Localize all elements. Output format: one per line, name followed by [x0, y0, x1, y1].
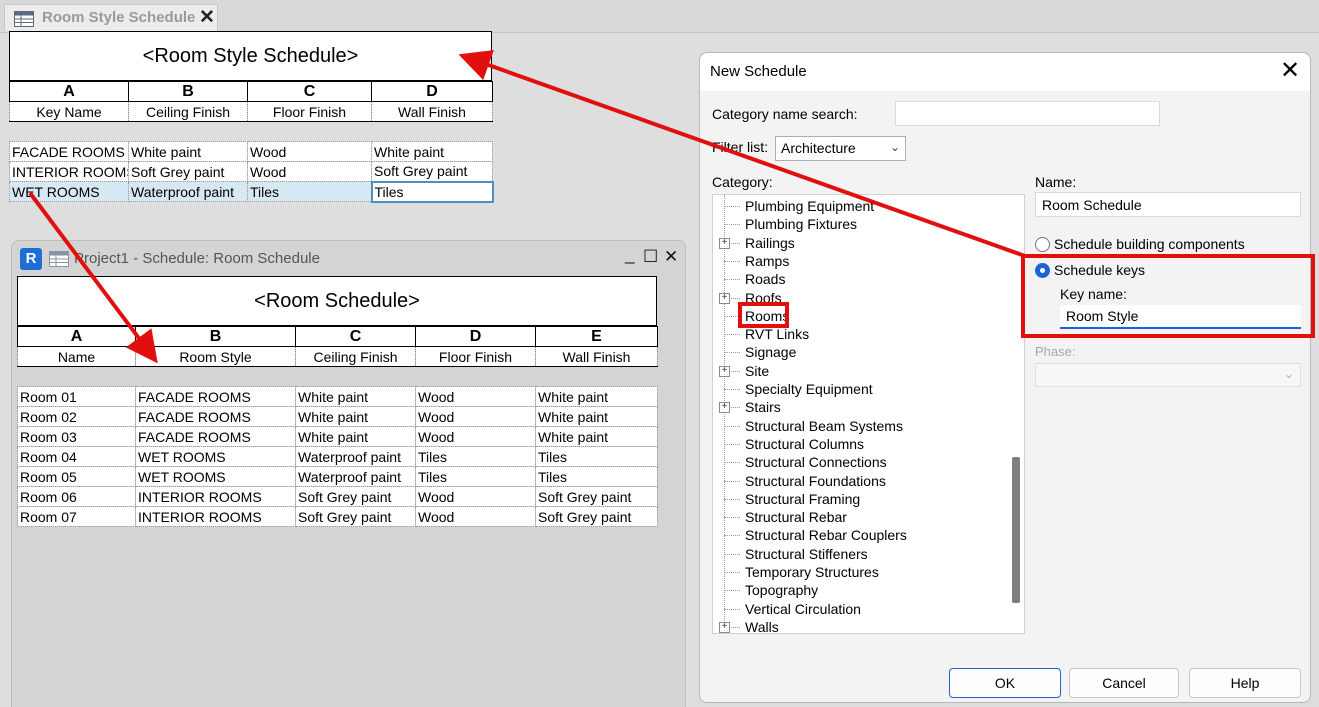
arrow-wet-rooms-to-room-style [28, 191, 158, 364]
annotation-arrows [28, 49, 1026, 364]
arrow-keys-to-style-schedule [458, 49, 1026, 258]
